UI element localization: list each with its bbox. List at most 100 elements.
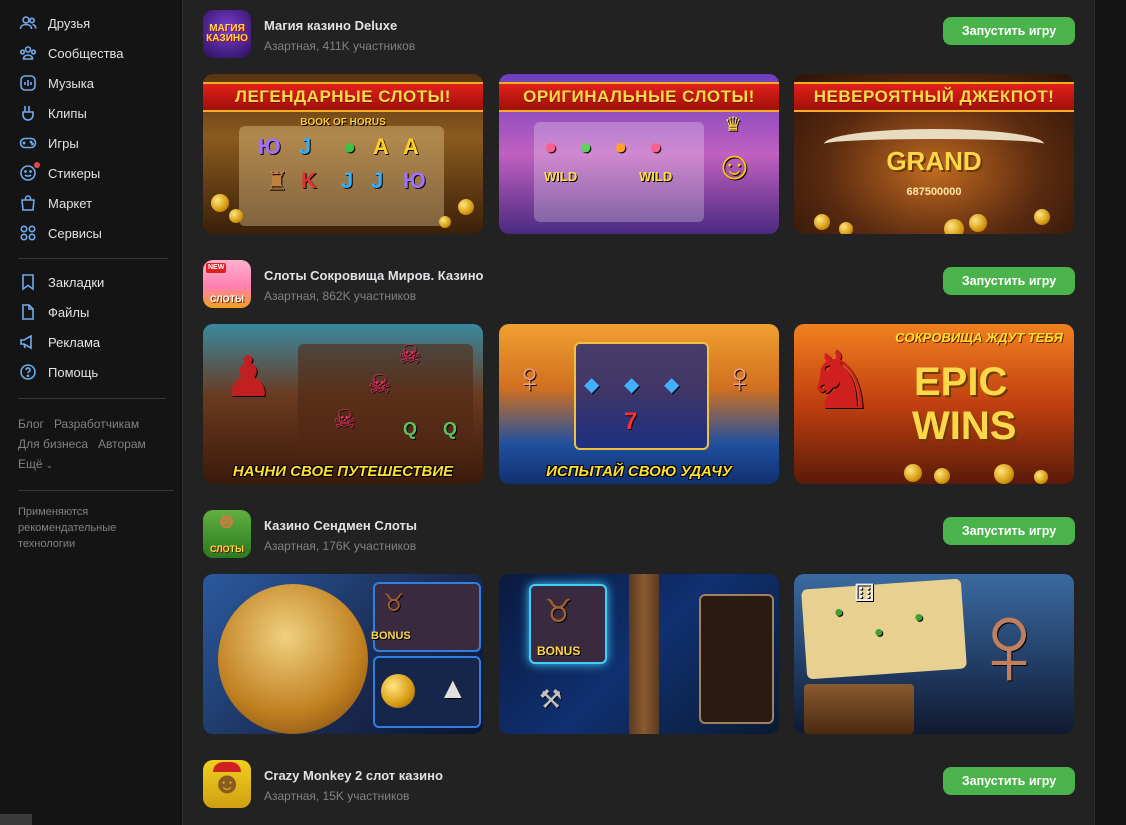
launch-game-button[interactable]: Запустить игру: [943, 17, 1075, 45]
sidebar-item-bookmarks[interactable]: Закладки: [18, 271, 104, 293]
screenshots-row: ♟ ☠ ☠ ☠ Q Q НАЧНИ СВОЕ ПУТЕШЕСТВИЕ ◆ ◆ ◆…: [203, 324, 1075, 484]
footer-link-developers[interactable]: Разработчикам: [54, 417, 139, 431]
footer-link-business[interactable]: Для бизнеса: [18, 437, 88, 451]
tipi-symbol: ▲: [438, 672, 468, 705]
gold-coin: [839, 222, 853, 234]
book-of-horus-logo: BOOK OF HORUS: [300, 117, 386, 128]
skull-symbol: ☠: [368, 369, 392, 399]
game-title[interactable]: Crazy Monkey 2 слот казино: [264, 768, 443, 783]
mermaid-symbol: ♀: [724, 354, 756, 401]
recommendation-note: Применяются рекомендательные технологии: [18, 506, 117, 550]
sidebar-item-label: Файлы: [48, 304, 90, 320]
game-meta: Азартная, 411K участников: [264, 39, 416, 53]
footer-link-blog[interactable]: Блог: [18, 417, 44, 431]
slot-symbol: A: [403, 134, 419, 159]
gold-coin: [814, 214, 830, 230]
launch-game-button[interactable]: Запустить игру: [943, 267, 1075, 295]
sidebar-item-ads[interactable]: Реклама: [18, 331, 100, 353]
sidebar-item-music[interactable]: Музыка: [18, 72, 94, 94]
native-woman-figure: ♀: [964, 577, 1054, 711]
game-screenshot[interactable]: ♟ ☠ ☠ ☠ Q Q НАЧНИ СВОЕ ПУТЕШЕСТВИЕ: [203, 324, 483, 484]
footer-link-authors[interactable]: Авторам: [98, 437, 146, 451]
game-screenshot[interactable]: ◆ ◆ ◆ 7 ♀ ♀ ИСПЫТАЙ СВОЮ УДАЧУ: [499, 324, 779, 484]
dolphin-symbol: ◆: [584, 374, 600, 396]
game-screenshot[interactable]: ♉ BONUS ⚒: [499, 574, 779, 734]
candy-symbol: ●: [579, 134, 593, 159]
candy-symbol: ●: [649, 134, 663, 159]
games-icon: [18, 133, 38, 153]
game-avatar[interactable]: NEW СЛОТЫ: [203, 260, 251, 308]
mermaid-symbol: ♀: [514, 354, 546, 401]
gold-coin: [439, 216, 451, 228]
game-screenshot[interactable]: СОКРОВИЩА ЖДУТ ТЕБЯ ♞ EPIC WINS: [794, 324, 1074, 484]
red-cap-graphic: [213, 762, 241, 772]
dice-symbol: ⚅: [854, 580, 875, 607]
map-marker: ●: [874, 624, 884, 641]
explorer-symbol: ♜: [265, 166, 289, 196]
file-icon: [18, 302, 38, 322]
sidebar-item-label: Друзья: [48, 15, 91, 31]
game-screenshot[interactable]: ♉ BONUS ▲: [203, 574, 483, 734]
game-avatar[interactable]: ☻: [203, 760, 251, 808]
gold-coin: [969, 214, 987, 232]
slot-reels: [699, 594, 774, 724]
games-catalog-panel: МАГИЯ КАЗИНО Магия казино Deluxe Азартна…: [182, 0, 1095, 825]
skull-symbol: ☠: [333, 404, 357, 434]
game-avatar[interactable]: МАГИЯ КАЗИНО: [203, 10, 251, 58]
seven-symbol: 7: [624, 408, 638, 435]
treasure-map: [801, 578, 967, 680]
sidebar-item-label: Маркет: [48, 195, 93, 211]
character-figure: [218, 584, 368, 734]
game-title[interactable]: Казино Сендмен Слоты: [264, 518, 417, 533]
launch-game-button[interactable]: Запустить игру: [943, 767, 1075, 795]
sidebar-divider: [18, 398, 166, 399]
sidebar-item-market[interactable]: Маркет: [18, 192, 92, 214]
launch-game-button[interactable]: Запустить игру: [943, 517, 1075, 545]
sidebar-item-clips[interactable]: Клипы: [18, 102, 87, 124]
music-icon: [18, 73, 38, 93]
game-screenshot[interactable]: ● ● ● ⚅ ♀: [794, 574, 1074, 734]
game-avatar[interactable]: ☻ СЛОТЫ: [203, 510, 251, 558]
game-header: МАГИЯ КАЗИНО Магия казино Deluxe Азартна…: [203, 10, 1075, 60]
game-title[interactable]: Слоты Сокровища Миров. Казино: [264, 268, 484, 283]
map-marker: ●: [914, 609, 924, 626]
services-icon: [18, 223, 38, 243]
slot-symbol: Q: [403, 419, 418, 439]
bison-symbol: ♉: [383, 590, 405, 617]
game-screenshot[interactable]: НЕВЕРОЯТНЫЙ ДЖЕКПОТ! GRAND 687500000: [794, 74, 1074, 234]
sidebar-item-friends[interactable]: Друзья: [18, 12, 90, 34]
scrollbar-thumb[interactable]: [0, 814, 32, 825]
bonus-label: BONUS: [371, 630, 411, 642]
sidebar-item-label: Сервисы: [48, 225, 102, 241]
sidebar-item-stickers[interactable]: Стикеры: [18, 162, 100, 184]
screenshot-banner: НЕВЕРОЯТНЫЙ ДЖЕКПОТ!: [794, 82, 1074, 112]
sidebar-divider: [18, 490, 174, 491]
notification-dot: [34, 162, 40, 168]
screenshot-banner: ЛЕГЕНДАРНЫЕ СЛОТЫ!: [203, 82, 483, 112]
game-title[interactable]: Магия казино Deluxe: [264, 18, 397, 33]
sidebar-item-services[interactable]: Сервисы: [18, 222, 102, 244]
new-badge: NEW: [206, 263, 227, 273]
gold-coin: [229, 209, 243, 223]
footer-link-more[interactable]: Ещё: [18, 457, 43, 471]
skull-symbol: ☠: [398, 339, 422, 369]
game-screenshot[interactable]: ЛЕГЕНДАРНЫЕ СЛОТЫ! BOOK OF HORUS Ю J ● A…: [203, 74, 483, 234]
sidebar-item-games[interactable]: Игры: [18, 132, 79, 154]
slot-symbol: K: [301, 168, 317, 193]
game-card: ☻ СЛОТЫ Казино Сендмен Слоты Азартная, 1…: [203, 510, 1075, 734]
game-screenshot[interactable]: ОРИГИНАЛЬНЫЕ СЛОТЫ! ● ● ● ● WILD WILD ☺ …: [499, 74, 779, 234]
sidebar-item-label: Музыка: [48, 75, 94, 91]
sidebar-item-communities[interactable]: Сообщества: [18, 42, 124, 64]
dolphin-symbol: ◆: [664, 374, 680, 396]
sidebar-item-files[interactable]: Файлы: [18, 301, 89, 323]
treasure-chest: [804, 684, 914, 734]
friends-icon: [18, 13, 38, 33]
jackpot-amount: 687500000: [906, 186, 962, 198]
game-card: ☻ Crazy Monkey 2 слот казино Азартная, 1…: [203, 760, 1075, 810]
sidebar-item-help[interactable]: Помощь: [18, 361, 98, 383]
screenshot-caption: НАЧНИ СВОЕ ПУТЕШЕСТВИЕ: [232, 463, 454, 480]
monkey-icon: ☻: [211, 767, 243, 800]
gold-coin: [904, 464, 922, 482]
game-meta: Азартная, 15K участников: [264, 789, 410, 803]
market-icon: [18, 193, 38, 213]
